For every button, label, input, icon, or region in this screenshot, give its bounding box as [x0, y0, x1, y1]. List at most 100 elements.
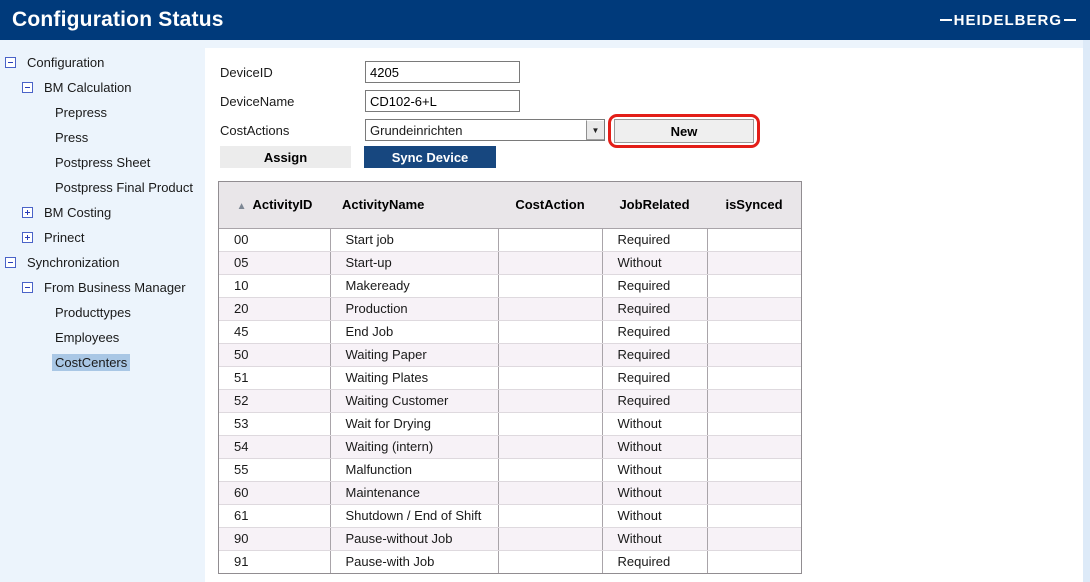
table-row[interactable]: 10Makeready Required	[219, 274, 801, 297]
table-cell: Waiting Paper	[330, 343, 498, 366]
sidebar-item-prinect[interactable]: Prinect	[0, 225, 205, 250]
table-row[interactable]: 50Waiting Paper Required	[219, 343, 801, 366]
collapse-minus-icon[interactable]	[5, 57, 16, 68]
table-row[interactable]: 90Pause-without JobWithout	[219, 527, 801, 550]
cost-actions-select[interactable]: Grundeinrichten ▼	[365, 119, 605, 141]
sidebar-item-postpress-sheet[interactable]: Postpress Sheet	[0, 150, 205, 175]
table-cell	[707, 504, 801, 527]
table-cell: Start-up	[330, 251, 498, 274]
tree-item-label: Prinect	[41, 229, 87, 246]
table-row[interactable]: 54Waiting (intern)Without	[219, 435, 801, 458]
title-bar: Configuration Status HEIDELBERG	[0, 0, 1090, 40]
sidebar-item-employees[interactable]: Employees	[0, 325, 205, 350]
table-cell	[707, 320, 801, 343]
sidebar-item-producttypes[interactable]: Producttypes	[0, 300, 205, 325]
table-cell: 91	[219, 550, 330, 573]
table-cell: Pause-without Job	[330, 527, 498, 550]
sidebar-item-configuration[interactable]: Configuration	[0, 50, 205, 75]
collapse-minus-icon[interactable]	[22, 282, 33, 293]
cost-actions-selected-value: Grundeinrichten	[366, 123, 586, 138]
table-row[interactable]: 52Waiting CustomerRequired	[219, 389, 801, 412]
table-cell: Shutdown / End of Shift	[330, 504, 498, 527]
table-cell: Maintenance	[330, 481, 498, 504]
table-cell: Wait for Drying	[330, 412, 498, 435]
table-cell	[707, 366, 801, 389]
table-cell: Without	[602, 504, 707, 527]
table-cell: 50	[219, 343, 330, 366]
activities-table: ▲ActivityID ActivityName CostAction JobR…	[218, 181, 802, 574]
table-cell	[707, 458, 801, 481]
table-cell	[707, 481, 801, 504]
table-cell: Required	[602, 343, 707, 366]
sidebar-item-bm-calculation[interactable]: BM Calculation	[0, 75, 205, 100]
new-button[interactable]: New	[614, 119, 754, 143]
right-edge-strip	[1083, 40, 1090, 582]
table-cell: Production	[330, 297, 498, 320]
tree-item-label: BM Costing	[41, 204, 114, 221]
sidebar-item-bm-costing[interactable]: BM Costing	[0, 200, 205, 225]
sidebar-item-press[interactable]: Press	[0, 125, 205, 150]
table-cell: 60	[219, 481, 330, 504]
table-cell	[498, 366, 602, 389]
table-cell: Without	[602, 458, 707, 481]
column-header-job-related[interactable]: JobRelated	[602, 182, 707, 228]
expand-plus-icon[interactable]	[22, 207, 33, 218]
table-row[interactable]: 53Wait for DryingWithout	[219, 412, 801, 435]
assign-button[interactable]: Assign	[220, 146, 351, 168]
expand-plus-icon[interactable]	[22, 232, 33, 243]
table-cell	[707, 228, 801, 251]
sidebar-item-from-business-manager[interactable]: From Business Manager	[0, 275, 205, 300]
sidebar-item-costcenters[interactable]: CostCenters	[0, 350, 205, 375]
table-cell	[707, 435, 801, 458]
table-cell	[498, 527, 602, 550]
column-header-activity-id[interactable]: ▲ActivityID	[219, 182, 330, 228]
table-cell: Without	[602, 435, 707, 458]
table-cell: 45	[219, 320, 330, 343]
table-cell	[498, 504, 602, 527]
table-cell: 10	[219, 274, 330, 297]
table-row[interactable]: 51Waiting PlatesRequired	[219, 366, 801, 389]
table-cell: Required	[602, 274, 707, 297]
table-cell: Required	[602, 297, 707, 320]
column-header-cost-action[interactable]: CostAction	[498, 182, 602, 228]
collapse-minus-icon[interactable]	[5, 257, 16, 268]
table-cell: Malfunction	[330, 458, 498, 481]
table-cell	[498, 228, 602, 251]
table-cell	[707, 527, 801, 550]
table-cell	[707, 251, 801, 274]
sidebar-item-postpress-final-product[interactable]: Postpress Final Product	[0, 175, 205, 200]
table-cell: Waiting Plates	[330, 366, 498, 389]
table-cell: Pause-with Job	[330, 550, 498, 573]
table-cell: Without	[602, 251, 707, 274]
combo-dropdown-arrow-icon[interactable]: ▼	[586, 120, 604, 140]
table-cell: 05	[219, 251, 330, 274]
sidebar-item-prepress[interactable]: Prepress	[0, 100, 205, 125]
column-header-activity-name[interactable]: ActivityName	[330, 182, 498, 228]
table-row[interactable]: 91Pause-with JobRequired	[219, 550, 801, 573]
table-cell: 61	[219, 504, 330, 527]
sync-device-button[interactable]: Sync Device	[364, 146, 496, 168]
table-cell: Required	[602, 320, 707, 343]
table-cell	[707, 412, 801, 435]
table-cell: Without	[602, 527, 707, 550]
table-row[interactable]: 05Start-up Without	[219, 251, 801, 274]
table-row[interactable]: 60MaintenanceWithout	[219, 481, 801, 504]
table-row[interactable]: 20ProductionRequired	[219, 297, 801, 320]
table-cell: Waiting (intern)	[330, 435, 498, 458]
device-id-input[interactable]	[365, 61, 520, 83]
table-row[interactable]: 00Start jobRequired	[219, 228, 801, 251]
table-cell	[498, 412, 602, 435]
table-row[interactable]: 61Shutdown / End of Shift Without	[219, 504, 801, 527]
table-row[interactable]: 55MalfunctionWithout	[219, 458, 801, 481]
table-row[interactable]: 45End Job Required	[219, 320, 801, 343]
table-cell	[707, 389, 801, 412]
table-cell: Makeready	[330, 274, 498, 297]
sidebar-item-synchronization[interactable]: Synchronization	[0, 250, 205, 275]
tree-item-label: Press	[52, 129, 91, 146]
device-name-input[interactable]	[365, 90, 520, 112]
column-header-is-synced[interactable]: isSynced	[707, 182, 801, 228]
collapse-minus-icon[interactable]	[22, 82, 33, 93]
table-cell: End Job	[330, 320, 498, 343]
page-title: Configuration Status	[12, 8, 224, 32]
table-cell	[498, 274, 602, 297]
